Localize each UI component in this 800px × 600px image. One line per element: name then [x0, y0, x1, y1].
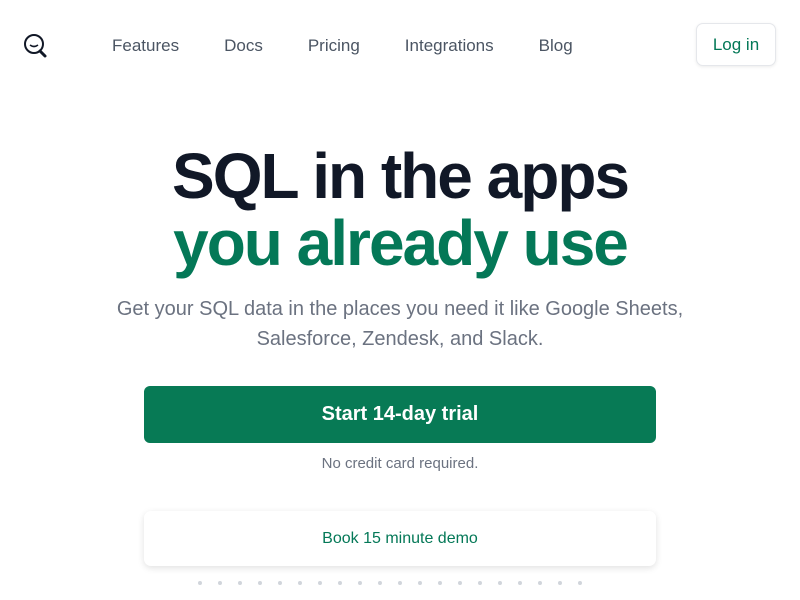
nav-link-docs[interactable]: Docs [224, 36, 263, 56]
nav-link-blog[interactable]: Blog [539, 36, 573, 56]
dot [298, 581, 302, 585]
dot [438, 581, 442, 585]
login-button[interactable]: Log in [696, 23, 776, 66]
dot [478, 581, 482, 585]
nav-links: Features Docs Pricing Integrations Blog [112, 36, 618, 56]
dot [578, 581, 582, 585]
book-demo-button[interactable]: Book 15 minute demo [144, 511, 656, 566]
hero-title-line2: you already use [173, 207, 629, 279]
dot [198, 581, 202, 585]
dot [398, 581, 402, 585]
no-credit-card-note: No credit card required. [321, 455, 479, 472]
hero-subtitle: Get your SQL data in the places you need… [116, 298, 684, 350]
hero-heading: SQL in the apps you already use [0, 142, 800, 276]
nav-link-features[interactable]: Features [112, 36, 179, 56]
start-trial-button[interactable]: Start 14-day trial [144, 386, 656, 443]
hero-title-line1: SQL in the apps [172, 140, 630, 212]
dot [518, 581, 522, 585]
dot [458, 581, 462, 585]
top-nav: Features Docs Pricing Integrations Blog … [0, 0, 800, 90]
dot [418, 581, 422, 585]
dot [218, 581, 222, 585]
dot [278, 581, 282, 585]
dot [558, 581, 562, 585]
dot [378, 581, 382, 585]
dot [318, 581, 322, 585]
dot [338, 581, 342, 585]
dot [538, 581, 542, 585]
dot [238, 581, 242, 585]
logo-search-icon[interactable] [22, 33, 50, 59]
dot [358, 581, 362, 585]
nav-link-pricing[interactable]: Pricing [308, 36, 360, 56]
dot [498, 581, 502, 585]
decorative-dots [198, 581, 598, 585]
nav-link-integrations[interactable]: Integrations [405, 36, 494, 56]
dot [258, 581, 262, 585]
